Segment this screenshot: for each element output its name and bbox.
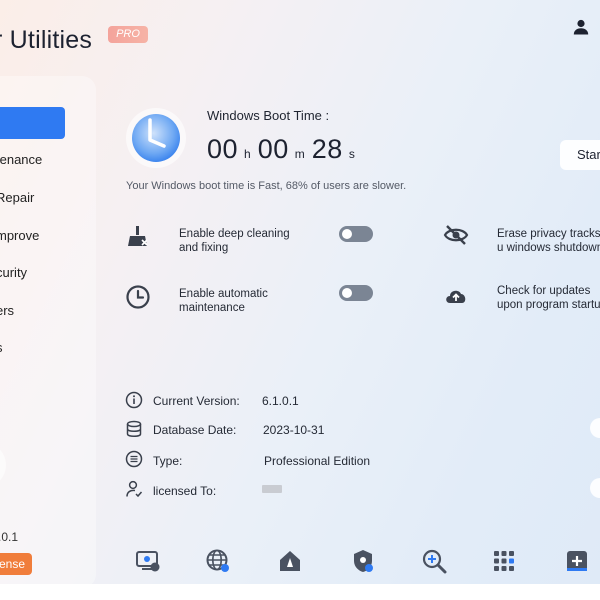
boot-time-message: Your Windows boot time is Fast, 68% of u…	[126, 180, 407, 192]
boot-time-label: Windows Boot Time :	[207, 108, 330, 123]
sidebar-item-maintenance[interactable]: tenance	[0, 152, 42, 167]
sidebar-item-improve[interactable]: mprove	[0, 228, 39, 243]
zoom-in-icon[interactable]	[421, 548, 447, 574]
licensed-to-label: licensed To:	[153, 484, 217, 498]
boot-clock-icon	[126, 108, 186, 168]
current-version-label: Current Version:	[153, 394, 240, 408]
licensed-to-value-redacted	[262, 485, 282, 493]
monitor-settings-icon[interactable]	[135, 548, 161, 574]
type-value: Professional Edition	[264, 454, 371, 468]
add-box-icon[interactable]	[564, 548, 590, 574]
app-title: r Utilities	[0, 26, 93, 54]
database-date-value: 2023-10-31	[263, 423, 325, 437]
sidebar-version: .0.1	[0, 530, 19, 544]
database-icon	[126, 420, 142, 437]
boot-hours-unit: h	[244, 147, 251, 161]
boot-seconds-unit: s	[348, 147, 355, 161]
user-icon[interactable]	[572, 18, 590, 36]
current-version-value: 6.1.0.1	[262, 394, 299, 408]
info-icon	[125, 391, 143, 409]
shield-icon[interactable]	[350, 548, 376, 574]
eye-off-icon	[443, 225, 469, 245]
broom-icon	[128, 226, 148, 246]
boot-minutes-unit: m	[294, 147, 305, 161]
clock-icon	[126, 285, 150, 309]
person-icon	[126, 480, 143, 498]
home-rocket-icon[interactable]	[277, 548, 303, 574]
auto-maintenance-label: Enable automatic maintenance	[179, 288, 268, 314]
globe-settings-icon[interactable]	[205, 548, 231, 574]
sidebar-item-repair[interactable]: Repair	[0, 190, 34, 205]
edge-button-2[interactable]	[590, 478, 600, 498]
sidebar-item-tools[interactable]: s	[0, 340, 3, 355]
erase-privacy-label: Erase privacy tracks u windows shutdown	[497, 228, 600, 254]
sidebar-item-security[interactable]: curity	[0, 265, 27, 280]
license-button[interactable]: ense	[0, 553, 32, 575]
pro-badge: PRO	[108, 26, 148, 43]
database-date-label: Database Date:	[153, 423, 237, 437]
sidebar-item-active[interactable]	[0, 107, 65, 139]
update-button[interactable]	[590, 418, 600, 438]
boot-minutes: 00	[257, 134, 289, 164]
deep-cleaning-label: Enable deep cleaning and fixing	[179, 228, 290, 254]
cloud-upload-icon	[446, 290, 466, 303]
apps-grid-icon[interactable]	[491, 548, 517, 574]
boot-hours: 00	[207, 134, 239, 164]
start-button[interactable]: Star	[560, 140, 600, 170]
list-icon	[125, 450, 143, 468]
sidebar-item-drivers[interactable]: ers	[0, 303, 14, 318]
app-window: r Utilities PRO tenance Repair mprove cu…	[0, 0, 600, 592]
check-updates-label: Check for updates upon program startu	[497, 285, 600, 311]
boot-seconds: 28	[311, 134, 343, 164]
auto-maintenance-toggle[interactable]	[339, 285, 373, 301]
boot-time-value: 00 h 00 m 28 s	[207, 134, 362, 174]
type-label: Type:	[153, 454, 183, 468]
deep-cleaning-toggle[interactable]	[339, 226, 373, 242]
